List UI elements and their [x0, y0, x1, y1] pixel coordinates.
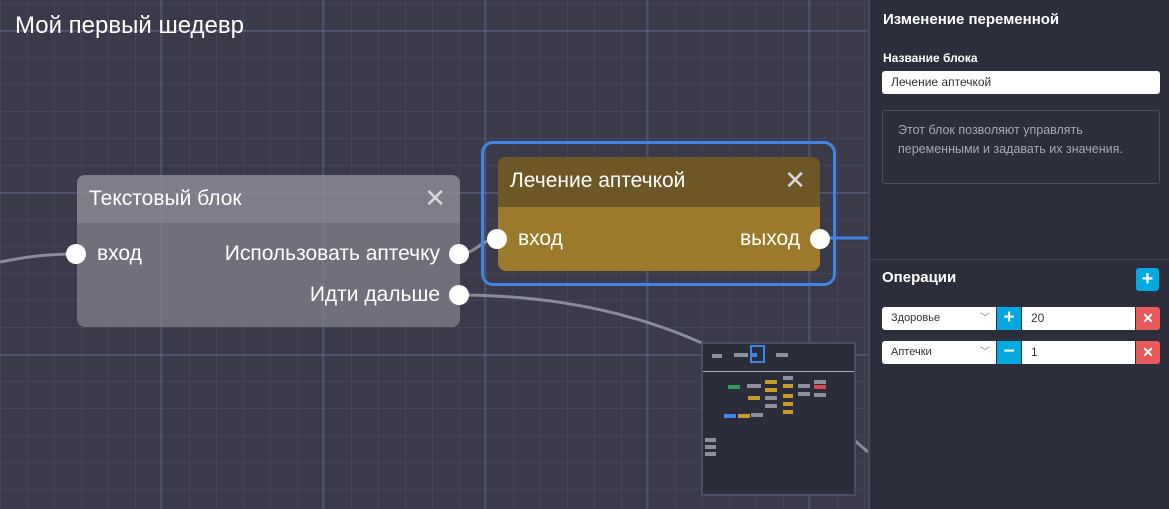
variable-select-value: Здоровье	[891, 312, 941, 324]
operations-title: Операции	[882, 269, 957, 286]
minimap-node	[783, 402, 793, 406]
node-title: Лечение аптечкой	[510, 169, 686, 192]
input-port[interactable]	[487, 229, 507, 249]
variable-select[interactable]: Аптечки ﹀	[882, 341, 996, 364]
variable-select-value: Аптечки	[891, 346, 932, 358]
input-label: вход	[97, 242, 142, 265]
close-icon[interactable]: ✕	[784, 167, 806, 193]
minimap-viewport[interactable]	[750, 345, 765, 363]
block-name-label: Название блока	[883, 51, 978, 65]
node-header[interactable]: Текстовый блок ✕	[77, 175, 460, 223]
minimap[interactable]	[701, 342, 856, 496]
potion-block-node[interactable]: Лечение аптечкой ✕ вход выход	[487, 157, 830, 271]
close-icon[interactable]: ✕	[1136, 341, 1160, 364]
minimap-node	[783, 384, 793, 388]
close-icon[interactable]: ✕	[424, 185, 446, 211]
minimap-node	[734, 353, 748, 357]
node-header[interactable]: Лечение аптечкой ✕	[498, 157, 820, 207]
operator-button[interactable]: +	[997, 307, 1021, 330]
minimap-node	[814, 380, 826, 384]
operator-button[interactable]: −	[997, 341, 1021, 364]
operation-row: Аптечки ﹀ − 1 ✕	[882, 341, 1160, 364]
variable-select[interactable]: Здоровье ﹀	[882, 307, 996, 330]
node-title: Текстовый блок	[89, 187, 242, 210]
minimap-node	[765, 396, 777, 400]
node-canvas[interactable]: Мой первый шедевр Текстовый блок ✕ вход …	[0, 0, 868, 509]
minimap-node	[724, 414, 736, 418]
project-title: Мой первый шедевр	[15, 12, 244, 39]
minimap-node	[783, 410, 793, 414]
minimap-node	[728, 385, 740, 389]
block-description: Этот блок позволяют управлять переменным…	[882, 110, 1160, 184]
output-label-go-on: Идти дальше	[309, 283, 440, 306]
minimap-node	[738, 414, 750, 418]
output-port-use-kit[interactable]	[449, 244, 469, 264]
output-port[interactable]	[810, 229, 830, 249]
close-icon[interactable]: ✕	[1136, 307, 1160, 330]
input-port[interactable]	[66, 244, 86, 264]
minimap-divider	[703, 371, 854, 372]
output-label-use-kit: Использовать аптечку	[224, 242, 440, 265]
minimap-node	[776, 353, 788, 357]
operation-row: Здоровье ﹀ + 20 ✕	[882, 307, 1160, 330]
output-label: выход	[740, 227, 800, 250]
chevron-down-icon: ﹀	[980, 347, 990, 358]
chevron-down-icon: ﹀	[980, 313, 990, 324]
minimap-node	[814, 385, 826, 389]
minimap-node	[751, 413, 763, 417]
minimap-node	[705, 445, 716, 449]
plus-icon[interactable]: +	[1136, 268, 1159, 291]
operation-value-input[interactable]: 1	[1022, 341, 1135, 364]
minimap-node	[798, 392, 810, 396]
minimap-node	[747, 384, 761, 388]
panel-title: Изменение переменной	[883, 11, 1060, 28]
minimap-node	[748, 396, 760, 400]
output-port-go-on[interactable]	[449, 285, 469, 305]
operation-value-input[interactable]: 20	[1022, 307, 1135, 330]
panel-divider	[870, 259, 1169, 260]
minimap-node	[783, 394, 793, 398]
minimap-node	[765, 380, 777, 384]
properties-panel: Изменение переменной Название блока Этот…	[868, 0, 1169, 509]
minimap-node	[765, 388, 777, 392]
minimap-node	[798, 384, 810, 388]
block-name-input[interactable]	[882, 71, 1160, 94]
minimap-node	[712, 354, 722, 358]
input-label: вход	[518, 227, 563, 250]
minimap-node	[814, 393, 826, 397]
minimap-node	[783, 376, 793, 380]
minimap-node	[765, 404, 777, 408]
minimap-node	[705, 452, 716, 456]
minimap-node	[705, 438, 716, 442]
text-block-node[interactable]: Текстовый блок ✕ вход Использовать аптеч…	[66, 175, 469, 327]
